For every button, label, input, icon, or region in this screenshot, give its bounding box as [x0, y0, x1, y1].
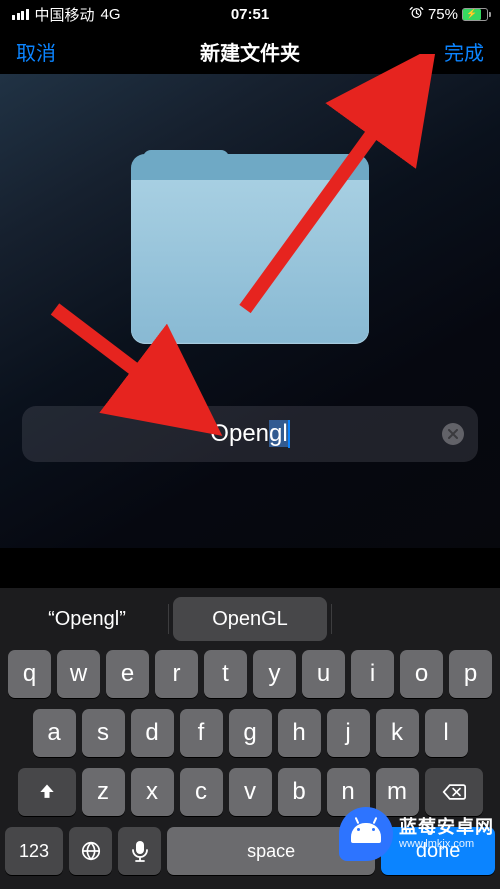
clear-input-button[interactable]: [442, 423, 464, 445]
key-q[interactable]: q: [8, 650, 51, 698]
key-t[interactable]: t: [204, 650, 247, 698]
nav-title: 新建文件夹: [200, 37, 300, 66]
key-h[interactable]: h: [278, 709, 321, 757]
key-e[interactable]: e: [106, 650, 149, 698]
watermark: 蓝莓安卓网 www.lmkjx.com: [339, 807, 494, 861]
folder-icon: [131, 154, 369, 344]
folder-name-value: Opengl: [210, 420, 289, 449]
key-s[interactable]: s: [82, 709, 125, 757]
key-z[interactable]: z: [82, 768, 125, 816]
nav-bar: 取消 新建文件夹 完成: [0, 28, 500, 74]
network-label: 4G: [101, 6, 121, 23]
key-a[interactable]: a: [33, 709, 76, 757]
key-numbers[interactable]: 123: [5, 827, 63, 875]
key-v[interactable]: v: [229, 768, 272, 816]
battery-percent: 75%: [428, 6, 458, 23]
suggestion-literal[interactable]: “Opengl”: [10, 597, 164, 641]
carrier-label: 中国移动: [35, 4, 95, 25]
key-row-2: a s d f g h j k l: [5, 709, 495, 757]
suggestion-bar: “Opengl” OpenGL: [0, 588, 500, 650]
watermark-logo-icon: [339, 807, 393, 861]
status-time: 07:51: [231, 6, 269, 23]
key-g[interactable]: g: [229, 709, 272, 757]
status-bar: 中国移动 4G 07:51 75% ⚡: [0, 0, 500, 28]
key-p[interactable]: p: [449, 650, 492, 698]
alarm-icon: [409, 5, 424, 24]
modal-body: Opengl: [0, 74, 500, 548]
watermark-url: www.lmkjx.com: [399, 838, 494, 850]
key-shift[interactable]: [18, 768, 76, 816]
key-r[interactable]: r: [155, 650, 198, 698]
key-f[interactable]: f: [180, 709, 223, 757]
battery-icon: ⚡: [462, 8, 488, 21]
key-row-1: q w e r t y u i o p: [5, 650, 495, 698]
suggestion-empty[interactable]: [336, 597, 490, 641]
key-mic[interactable]: [118, 827, 161, 875]
watermark-title: 蓝莓安卓网: [399, 818, 494, 838]
key-b[interactable]: b: [278, 768, 321, 816]
cancel-button[interactable]: 取消: [16, 37, 56, 66]
folder-name-input[interactable]: Opengl: [22, 406, 478, 462]
key-d[interactable]: d: [131, 709, 174, 757]
suggestion-primary[interactable]: OpenGL: [173, 597, 327, 641]
key-j[interactable]: j: [327, 709, 370, 757]
key-i[interactable]: i: [351, 650, 394, 698]
key-c[interactable]: c: [180, 768, 223, 816]
done-button[interactable]: 完成: [444, 37, 484, 66]
key-o[interactable]: o: [400, 650, 443, 698]
key-x[interactable]: x: [131, 768, 174, 816]
key-u[interactable]: u: [302, 650, 345, 698]
key-k[interactable]: k: [376, 709, 419, 757]
key-w[interactable]: w: [57, 650, 100, 698]
key-l[interactable]: l: [425, 709, 468, 757]
signal-icon: [12, 9, 29, 20]
key-globe[interactable]: [69, 827, 112, 875]
key-y[interactable]: y: [253, 650, 296, 698]
